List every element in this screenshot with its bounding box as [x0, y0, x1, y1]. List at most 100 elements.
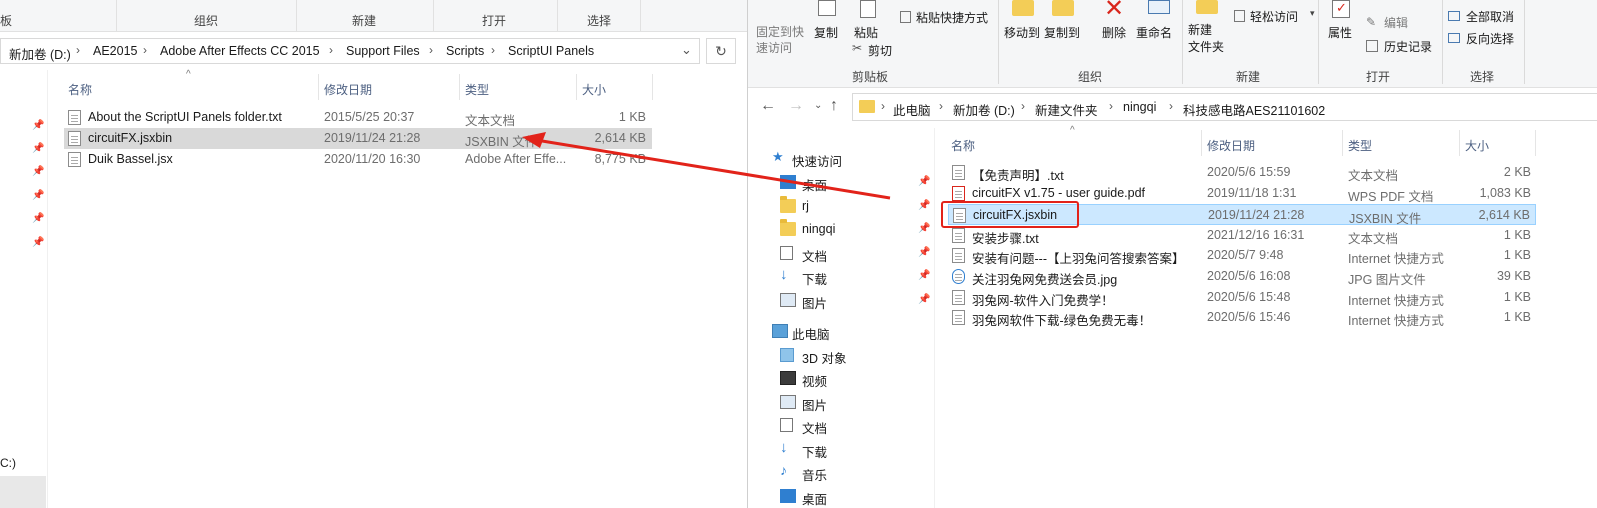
refresh-button[interactable]: ↻ [706, 38, 736, 64]
desktop-icon [780, 489, 796, 503]
paste-button[interactable]: 粘贴 [852, 0, 886, 40]
table-row[interactable]: Duik Bassel.jsx 2020/11/20 16:30 Adobe A… [64, 149, 652, 170]
text-file-icon [952, 165, 965, 180]
breadcrumb-item[interactable]: Adobe After Effects CC 2015 [160, 44, 320, 58]
new-folder-button[interactable]: 新建 文件夹 [1188, 0, 1228, 58]
forward-arrow-icon[interactable]: → [788, 97, 804, 115]
tree-item-music[interactable]: ♪ 音乐 [780, 462, 930, 484]
chevron-right-icon: › [76, 43, 80, 57]
tree-item-documents[interactable]: 文档 📌 [780, 243, 930, 265]
copy-icon [818, 0, 836, 16]
tree-item-3d-objects[interactable]: 3D 对象 [780, 345, 930, 367]
right-address-bar[interactable]: › 此电脑 › 新加卷 (D:) › 新建文件夹 › ningqi › 科技感电… [852, 93, 1597, 121]
table-row[interactable]: 羽兔网-软件入门免费学！ 2020/5/6 15:48 Internet 快捷方… [948, 287, 1536, 308]
desktop-icon [780, 175, 796, 189]
tree-item-quick-access[interactable]: ★ 快速访问 [772, 148, 922, 170]
tree-item-pictures[interactable]: 图片 📌 [780, 290, 930, 312]
annotation-highlight-box [941, 201, 1079, 228]
text-file-icon [68, 110, 81, 125]
rename-button[interactable]: 重命名 [1136, 0, 1180, 42]
copy-to-button[interactable]: 复制到 [1044, 0, 1084, 42]
column-header-name[interactable]: 名称 [68, 81, 92, 98]
move-to-button[interactable]: 移动到 [1004, 0, 1044, 42]
column-header-date[interactable]: 修改日期 [1207, 137, 1255, 154]
folder-copy-icon [1052, 0, 1074, 16]
tree-item-desktop[interactable]: 桌面 📌 [780, 172, 930, 194]
ribbon-group-open: 打开 [1366, 70, 1391, 84]
table-row[interactable]: About the ScriptUI Panels folder.txt 201… [64, 107, 652, 128]
table-row[interactable]: 安装有问题---【上羽兔问答搜索答案】 2020/5/7 9:48 Intern… [948, 245, 1536, 266]
ribbon-group-select: 选择 [587, 14, 612, 28]
tree-item-downloads[interactable]: ↓ 下载 [780, 439, 930, 461]
document-icon [780, 418, 793, 432]
file-size: 8,775 KB [594, 152, 646, 166]
table-row[interactable]: 【免责声明】.txt 2020/5/6 15:59 文本文档 2 KB [948, 162, 1536, 183]
breadcrumb-item[interactable]: Support Files [346, 44, 420, 58]
pin-icon[interactable]: 📌 [918, 176, 930, 187]
chevron-down-icon[interactable]: ⌄ [814, 100, 822, 111]
nav-scroll-area[interactable] [0, 476, 46, 508]
pin-icon[interactable]: 📌 [32, 120, 44, 131]
chevron-right-icon: › [429, 43, 433, 57]
tree-item-downloads[interactable]: ↓ 下载 📌 [780, 266, 930, 288]
pin-icon[interactable]: 📌 [918, 200, 930, 211]
tree-item-folder[interactable]: ningqi 📌 [780, 219, 930, 241]
tree-item-videos[interactable]: 视频 [780, 368, 930, 390]
pin-icon[interactable]: 📌 [32, 143, 44, 154]
pin-icon[interactable]: 📌 [32, 237, 44, 248]
column-header-type[interactable]: 类型 [1348, 137, 1372, 154]
up-arrow-icon[interactable]: ↑ [830, 97, 838, 115]
breadcrumb-item[interactable]: 此电脑 [893, 100, 931, 119]
copy-button[interactable]: 复制 [812, 0, 846, 40]
picture-icon [780, 395, 796, 409]
chevron-down-icon[interactable]: ⌄ [681, 42, 692, 58]
breadcrumb-item[interactable]: 新加卷 (D:) [9, 44, 71, 63]
table-row-selected[interactable]: circuitFX.jsxbin 2019/11/24 21:28 JSXBIN… [64, 128, 652, 149]
breadcrumb-item[interactable]: ningqi [1123, 100, 1156, 114]
left-address-bar[interactable]: 新加卷 (D:) › AE2015 › Adobe After Effects … [0, 38, 700, 64]
breadcrumb-item[interactable]: AE2015 [93, 44, 137, 58]
pin-icon[interactable]: 📌 [918, 270, 930, 281]
sort-up-icon: ^ [1070, 125, 1075, 136]
pin-icon[interactable]: 📌 [32, 166, 44, 177]
table-row[interactable]: 羽兔网软件下载-绿色免费无毒！ 2020/5/6 15:46 Internet … [948, 307, 1536, 328]
pin-icon[interactable]: 📌 [32, 190, 44, 201]
nav-drive-label[interactable]: C:) [0, 456, 16, 470]
tree-item-documents[interactable]: 文档 [780, 415, 930, 437]
column-header-date[interactable]: 修改日期 [324, 81, 372, 98]
tree-item-pictures[interactable]: 图片 [780, 392, 930, 414]
easy-access-label: 轻松访问 [1250, 10, 1299, 24]
column-header-size[interactable]: 大小 [582, 81, 606, 98]
breadcrumb-item[interactable]: 新建文件夹 [1035, 100, 1098, 119]
table-row[interactable]: 关注羽兔网免费送会员.jpg 2020/5/6 16:08 JPG 图片文件 3… [948, 266, 1536, 287]
pin-icon[interactable]: 📌 [918, 294, 930, 305]
tree-item-label: 图片 [802, 399, 828, 413]
file-date: 2020/11/20 16:30 [324, 152, 421, 166]
column-header-name[interactable]: 名称 [951, 137, 975, 154]
right-nav-pane: ★ 快速访问 桌面 📌 rj 📌 ningqi 📌 文档 📌 ↓ 下载 📌 图片… [748, 128, 934, 508]
tree-item-folder[interactable]: rj 📌 [780, 196, 930, 218]
sort-up-icon: ^ [186, 69, 191, 80]
file-type: Internet 快捷方式 [1348, 314, 1444, 328]
pin-icon[interactable]: 📌 [32, 213, 44, 224]
tree-item-this-pc[interactable]: 此电脑 [772, 321, 922, 343]
properties-button[interactable]: ✓ 属性 [1326, 0, 1360, 42]
paste-shortcut-icon [900, 11, 911, 23]
breadcrumb-item[interactable]: Scripts [446, 44, 484, 58]
back-arrow-icon[interactable]: ← [760, 97, 776, 115]
chevron-right-icon: › [143, 43, 147, 57]
breadcrumb-item[interactable]: 科技感电路AES21101602 [1183, 100, 1325, 119]
breadcrumb-item[interactable]: ScriptUI Panels [508, 44, 594, 58]
delete-label: 删除 [1102, 26, 1127, 40]
tree-item-desktop[interactable]: 桌面 [780, 486, 930, 508]
delete-button[interactable]: ✕ 删除 [1100, 0, 1130, 42]
pin-icon[interactable]: 📌 [918, 247, 930, 258]
pin-icon[interactable]: 📌 [918, 223, 930, 234]
table-row[interactable]: 安装步骤.txt 2021/12/16 16:31 文本文档 1 KB [948, 225, 1536, 246]
file-name: 关注羽兔网免费送会员.jpg [972, 273, 1118, 287]
column-header-size[interactable]: 大小 [1465, 137, 1489, 154]
column-header-type[interactable]: 类型 [465, 81, 489, 98]
breadcrumb-item[interactable]: 新加卷 (D:) [953, 100, 1015, 119]
pin-quick-access-button[interactable]: 固定到快 速访问 [756, 0, 812, 62]
pdf-file-icon [952, 186, 965, 201]
